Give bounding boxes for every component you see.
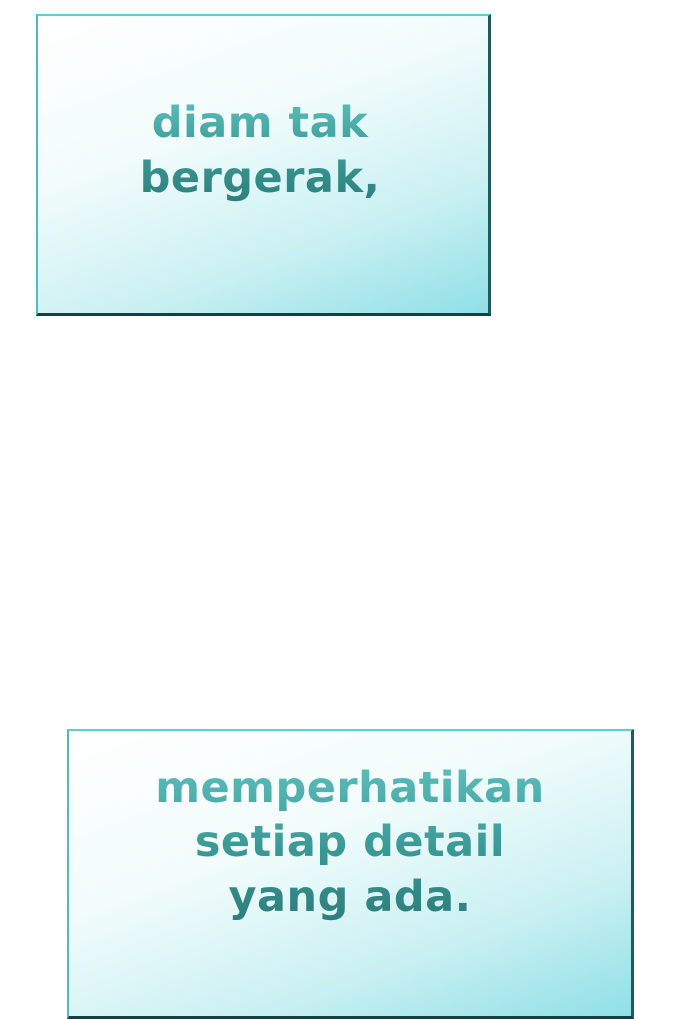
caption-box-1: diam tak bergerak, [36, 14, 491, 316]
caption-line: bergerak, [139, 152, 381, 203]
caption-line: yang ada. [228, 871, 472, 922]
caption-text-1: diam tak bergerak, [140, 96, 381, 205]
caption-text-2: memperhatikan setiap detail yang ada. [155, 761, 545, 925]
caption-line: setiap detail [194, 817, 506, 868]
caption-line: memperhatikan [155, 762, 545, 813]
caption-line: diam tak [151, 97, 369, 148]
caption-box-2: memperhatikan setiap detail yang ada. [67, 729, 634, 1019]
